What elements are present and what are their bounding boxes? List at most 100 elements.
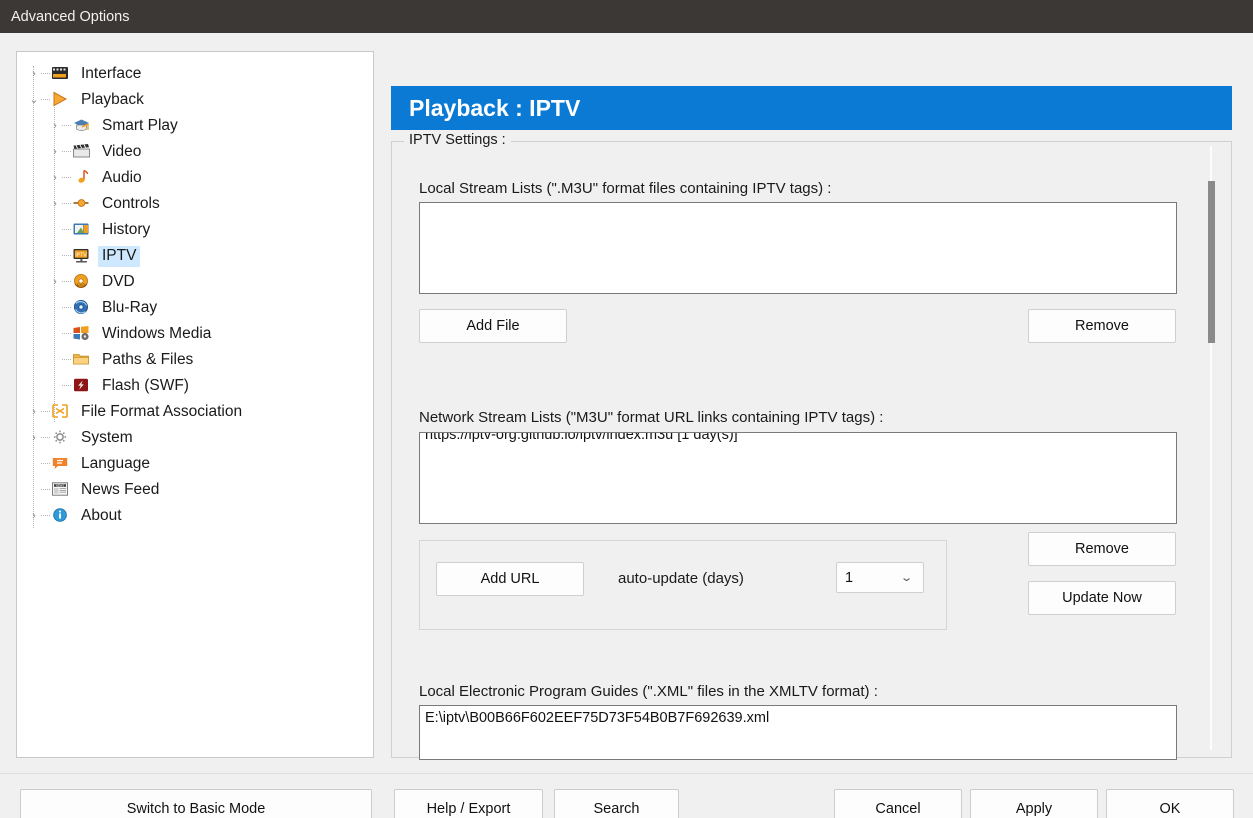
sidebar-item-label: Audio: [102, 168, 142, 186]
remove-local-stream-button[interactable]: Remove: [1028, 309, 1176, 343]
sidebar-item-news-feed[interactable]: NEWS News Feed: [17, 477, 373, 503]
dvd-disc-icon: DVD: [72, 273, 93, 291]
sidebar-item-audio[interactable]: › Audio: [17, 165, 373, 191]
local-epg-box[interactable]: E:\iptv\B00B66F602EEF75D73F54B0B7F692639…: [419, 705, 1177, 760]
window-titlebar: Advanced Options: [0, 0, 1253, 33]
network-stream-lists-box[interactable]: https://iptv-org.github.io/iptv/index.m3…: [419, 432, 1177, 524]
sidebar-item-system[interactable]: › System: [17, 425, 373, 451]
tree-connector: [41, 515, 50, 517]
local-epg-entry[interactable]: E:\iptv\B00B66F602EEF75D73F54B0B7F692639…: [420, 710, 1176, 726]
tree-connector: [41, 73, 50, 75]
sidebar-item-video[interactable]: › Video: [17, 139, 373, 165]
slider-icon: [72, 195, 93, 213]
sidebar-item-paths-files[interactable]: Paths & Files: [17, 347, 373, 373]
graduation-cap-icon: [72, 117, 93, 135]
gear-icon: [51, 429, 72, 447]
local-epg-label: Local Electronic Program Guides (".XML" …: [419, 683, 878, 700]
tree-connector: [62, 177, 71, 179]
tree-connector: [41, 437, 50, 439]
update-now-button[interactable]: Update Now: [1028, 581, 1176, 615]
iptv-tv-icon: IPTV: [72, 247, 93, 265]
chevron-right-icon[interactable]: ›: [48, 276, 62, 288]
content-scrollbar[interactable]: [1203, 146, 1219, 750]
chevron-right-icon[interactable]: ›: [27, 68, 41, 80]
add-file-button[interactable]: Add File: [419, 309, 567, 343]
tree-connector: [62, 125, 71, 127]
network-stream-lists-label: Network Stream Lists ("M3U" format URL l…: [419, 409, 884, 426]
sidebar-item-playback[interactable]: ⌄ Playback: [17, 87, 373, 113]
auto-update-days-value: 1: [845, 569, 854, 586]
chevron-right-icon[interactable]: ›: [48, 146, 62, 158]
chevron-right-icon[interactable]: ›: [27, 432, 41, 444]
chevron-right-icon[interactable]: ›: [27, 406, 41, 418]
sidebar-item-file-format-association[interactable]: › File Format Association: [17, 399, 373, 425]
music-note-icon: [72, 169, 93, 187]
cancel-button[interactable]: Cancel: [834, 789, 962, 818]
tree-connector: [41, 489, 50, 491]
local-epg-entries: E:\iptv\B00B66F602EEF75D73F54B0B7F692639…: [420, 710, 1176, 726]
chevron-right-icon[interactable]: ›: [27, 510, 41, 522]
tree-connector: [62, 307, 71, 309]
settings-content-panel: Playback : IPTV IPTV Settings : Local St…: [391, 86, 1232, 760]
chevron-down-icon: ⌄: [899, 572, 914, 584]
sidebar-item-history[interactable]: History: [17, 217, 373, 243]
ok-button[interactable]: OK: [1106, 789, 1234, 818]
tree-connector: [62, 359, 71, 361]
sidebar-item-label: Language: [81, 454, 150, 472]
sidebar-item-about[interactable]: › About: [17, 503, 373, 529]
tree-connector: [62, 333, 71, 335]
tree-connector: [62, 385, 71, 387]
sidebar-item-label: Playback: [81, 90, 144, 108]
iptv-settings-group: IPTV Settings : Local Stream Lists (".M3…: [391, 132, 1232, 760]
remove-network-stream-button[interactable]: Remove: [1028, 532, 1176, 566]
sidebar-item-label: Video: [102, 142, 142, 160]
apply-button[interactable]: Apply: [970, 789, 1098, 818]
bluray-disc-icon: [72, 299, 93, 317]
chevron-right-icon[interactable]: ›: [48, 120, 62, 132]
network-stream-entries: https://iptv-org.github.io/iptv/index.m3…: [420, 433, 1176, 443]
svg-text:IPTV: IPTV: [75, 252, 87, 258]
sidebar-item-label: About: [81, 506, 122, 524]
sidebar-item-dvd[interactable]: › DVD DVD: [17, 269, 373, 295]
sidebar-item-language[interactable]: Language: [17, 451, 373, 477]
chevron-down-icon[interactable]: ⌄: [27, 94, 41, 106]
tree-connector: [62, 151, 71, 153]
tree-connector: [41, 463, 50, 465]
local-stream-lists-box[interactable]: [419, 202, 1177, 294]
network-stream-entry[interactable]: https://iptv-org.github.io/iptv/index.m3…: [420, 433, 1176, 443]
window-title: Advanced Options: [11, 8, 130, 25]
chevron-right-icon[interactable]: ›: [48, 172, 62, 184]
sidebar-item-windows-media[interactable]: Windows Media: [17, 321, 373, 347]
tree-connector: [62, 255, 71, 257]
sidebar-item-interface[interactable]: › Interface: [17, 61, 373, 87]
sidebar-item-controls[interactable]: › Controls: [17, 191, 373, 217]
speech-bubble-icon: [51, 455, 72, 473]
settings-tree[interactable]: › Interface ⌄ Playback › Smart Play › Video › Aud…: [16, 51, 374, 758]
sidebar-item-smart-play[interactable]: › Smart Play: [17, 113, 373, 139]
search-button[interactable]: Search: [554, 789, 679, 818]
tree-connector: [62, 229, 71, 231]
sidebar-item-label: File Format Association: [81, 402, 243, 420]
sidebar-item-iptv[interactable]: IPTV IPTV: [17, 243, 373, 269]
flash-icon: [72, 377, 93, 395]
sidebar-item-label: Paths & Files: [102, 350, 194, 368]
scrollbar-thumb[interactable]: [1208, 181, 1215, 343]
sidebar-item-flash-swf[interactable]: Flash (SWF): [17, 373, 373, 399]
tree-rows-container: › Interface ⌄ Playback › Smart Play › Video › Aud…: [17, 61, 373, 529]
page-title-bar: Playback : IPTV: [391, 86, 1232, 130]
play-triangle-icon: [51, 91, 72, 109]
chevron-right-icon[interactable]: ›: [48, 198, 62, 210]
add-url-button[interactable]: Add URL: [436, 562, 584, 596]
sidebar-item-label: History: [102, 220, 151, 238]
sidebar-item-blu-ray[interactable]: Blu-Ray: [17, 295, 373, 321]
switch-to-basic-mode-button[interactable]: Switch to Basic Mode: [20, 789, 372, 818]
tree-connector: [41, 99, 50, 101]
sidebar-item-label: DVD: [102, 272, 135, 290]
auto-update-days-select[interactable]: 1 ⌄: [836, 562, 924, 593]
dialog-body: › Interface ⌄ Playback › Smart Play › Video › Aud…: [0, 33, 1253, 818]
clapperboard-icon: [72, 143, 93, 161]
tree-connector: [62, 281, 71, 283]
filmstrip-icon: [51, 65, 72, 83]
help-export-button[interactable]: Help / Export: [394, 789, 543, 818]
sidebar-item-label: Interface: [81, 64, 142, 82]
